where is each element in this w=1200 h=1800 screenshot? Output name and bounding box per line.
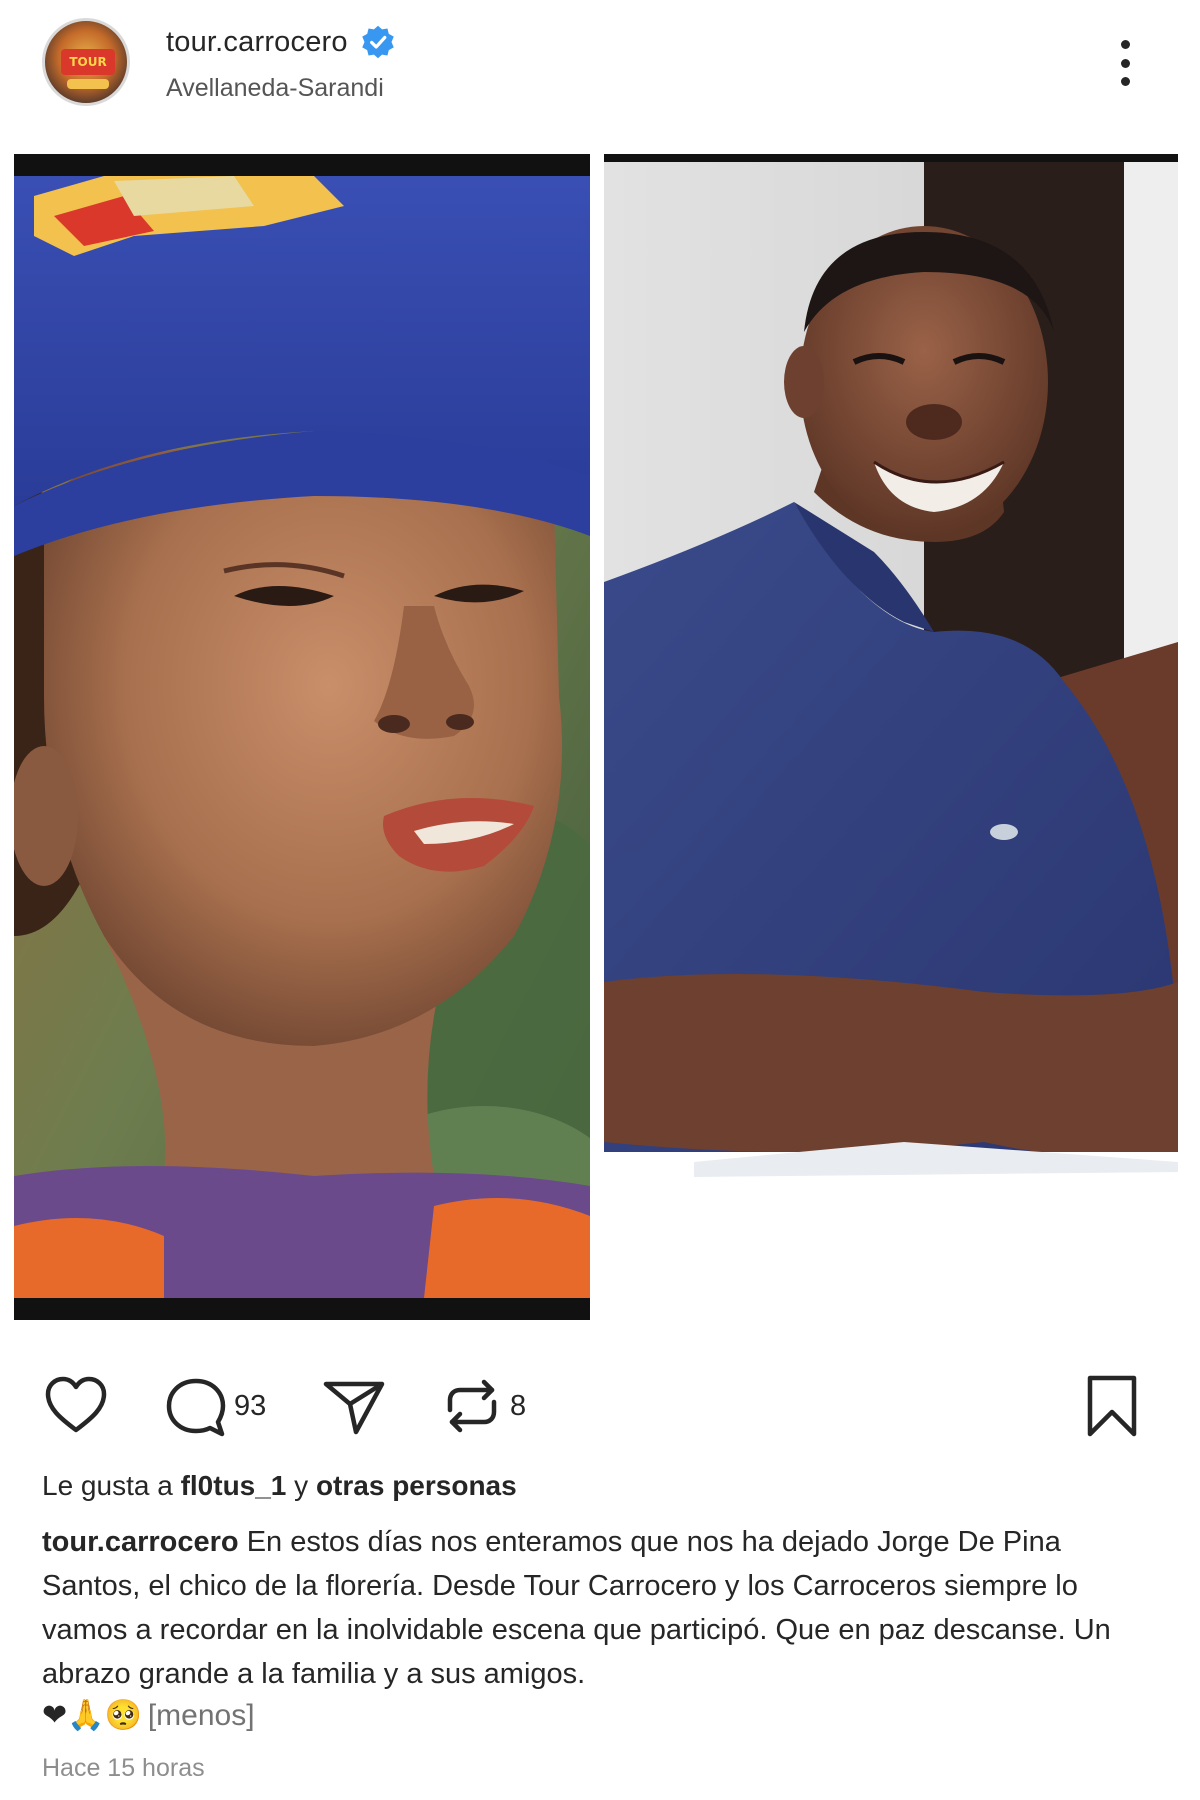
bookmark-icon [1087, 1375, 1137, 1437]
likes-summary: Le gusta a fl0tus_1 y otras personas [42, 1470, 517, 1502]
show-less-link[interactable]: [menos] [148, 1699, 255, 1733]
likes-prefix: Le gusta a [42, 1470, 173, 1501]
reposts-count[interactable]: 8 [510, 1390, 526, 1423]
share-button[interactable] [318, 1370, 390, 1442]
more-options-icon[interactable] [1110, 38, 1140, 88]
save-button[interactable] [1076, 1370, 1148, 1442]
comment-icon [166, 1378, 226, 1437]
like-button[interactable] [40, 1370, 112, 1442]
verified-badge-icon [361, 25, 394, 59]
action-bar: 93 8 [0, 1360, 1200, 1450]
post-header: TOUR tour.carrocero Avellaneda-Sarandi [0, 0, 1200, 150]
repost-button[interactable]: 8 [436, 1370, 526, 1442]
likes-others-link[interactable]: otras personas [316, 1470, 517, 1501]
man-photo-image [604, 162, 1178, 1320]
likes-middle: y [294, 1470, 309, 1501]
liker-username[interactable]: fl0tus_1 [181, 1470, 287, 1501]
share-icon [323, 1381, 385, 1435]
caption-username[interactable]: tour.carrocero [42, 1526, 239, 1558]
avatar[interactable]: TOUR [42, 18, 130, 106]
boy-photo-image [14, 176, 590, 1298]
comments-count[interactable]: 93 [234, 1390, 266, 1423]
post-photo-right[interactable] [604, 154, 1178, 1320]
post-caption: tour.carrocero En estos días nos enteram… [42, 1520, 1162, 1696]
username-row: tour.carrocero [166, 24, 396, 60]
comment-button[interactable]: 93 [160, 1370, 266, 1442]
avatar-logo: TOUR [61, 49, 115, 75]
post-location[interactable]: Avellaneda-Sarandi [166, 74, 384, 103]
post-timestamp: Hace 15 horas [42, 1754, 205, 1782]
caption-emojis: ❤🙏🥺 [42, 1699, 142, 1732]
username[interactable]: tour.carrocero [166, 26, 348, 59]
repost-icon [447, 1379, 497, 1433]
heart-icon [45, 1376, 107, 1433]
avatar-decoration [67, 79, 109, 89]
caption-emoji-row: ❤🙏🥺 [menos] [42, 1698, 255, 1733]
post-photo-left[interactable] [14, 154, 590, 1320]
